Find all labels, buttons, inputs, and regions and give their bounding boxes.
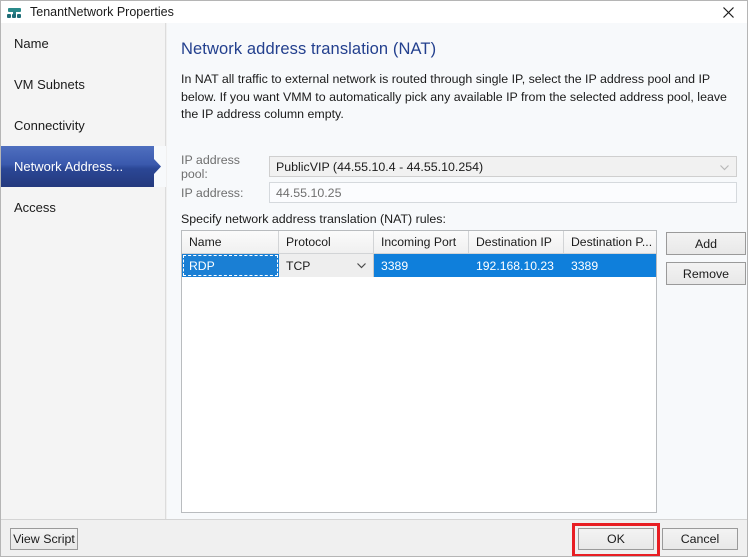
sidebar-item-label: Name [14,36,49,51]
ip-address-pool-row: IP address pool: PublicVIP (44.55.10.4 -… [181,153,737,181]
cell-protocol[interactable]: TCP [279,254,374,277]
column-header-name[interactable]: Name [182,231,279,254]
ip-address-input[interactable]: 44.55.10.25 [269,182,737,203]
chevron-down-icon [357,263,366,269]
chevron-down-icon [720,165,729,171]
column-header-destination-port[interactable]: Destination P... [564,231,656,254]
content-panel: Network address translation (NAT) In NAT… [167,23,747,519]
cell-incoming-port[interactable]: 3389 [374,254,469,277]
sidebar-item-label: Network Address... [14,159,124,174]
ip-address-label: IP address: [181,185,244,200]
sidebar-item-label: VM Subnets [14,77,85,92]
sidebar: Name VM Subnets Connectivity Network Add… [1,23,166,519]
ip-address-pool-label: IP address pool: [181,152,241,181]
ip-address-pool-select[interactable]: PublicVIP (44.55.10.4 - 44.55.10.254) [269,156,737,177]
table-row[interactable]: RDP TCP 3389 192.168.10.23 3389 [182,254,656,277]
description-text: In NAT all traffic to external network i… [181,72,727,121]
title-bar: TenantNetwork Properties [1,1,747,23]
properties-dialog: TenantNetwork Properties Name VM Subnets… [0,0,748,557]
add-button[interactable]: Add [666,232,746,255]
sidebar-item-access[interactable]: Access [1,187,165,228]
sidebar-item-name[interactable]: Name [1,23,165,64]
column-header-protocol[interactable]: Protocol [279,231,374,254]
nat-rules-grid: Name Protocol Incoming Port Destination … [181,230,657,513]
cell-destination-port[interactable]: 3389 [564,254,656,277]
ok-button[interactable]: OK [578,528,654,550]
remove-button[interactable]: Remove [666,262,746,285]
grid-header-row: Name Protocol Incoming Port Destination … [182,231,656,254]
window-title: TenantNetwork Properties [30,5,174,19]
cell-protocol-value: TCP [286,258,311,273]
sidebar-item-label: Access [14,200,56,215]
column-header-destination-ip[interactable]: Destination IP [469,231,564,254]
selection-pointer-icon [154,146,166,187]
cancel-button[interactable]: Cancel [662,528,738,550]
close-icon[interactable] [709,1,747,23]
footer-bar: View Script OK Cancel [1,519,747,556]
ip-address-value: 44.55.10.25 [276,185,342,200]
sidebar-item-label: Connectivity [14,118,85,133]
cell-name[interactable]: RDP [182,254,279,277]
sidebar-item-network-address[interactable]: Network Address... [1,146,166,187]
nat-rules-label: Specify network address translation (NAT… [181,212,446,226]
sidebar-item-vm-subnets[interactable]: VM Subnets [1,64,165,105]
column-header-incoming-port[interactable]: Incoming Port [374,231,469,254]
page-title: Network address translation (NAT) [181,40,437,58]
sidebar-item-connectivity[interactable]: Connectivity [1,105,165,146]
cell-destination-ip[interactable]: 192.168.10.23 [469,254,564,277]
network-node-icon [6,4,24,20]
ip-address-pool-value: PublicVIP (44.55.10.4 - 44.55.10.254) [276,159,484,174]
view-script-button[interactable]: View Script [10,528,78,550]
ip-address-row: IP address: 44.55.10.25 [181,182,737,203]
